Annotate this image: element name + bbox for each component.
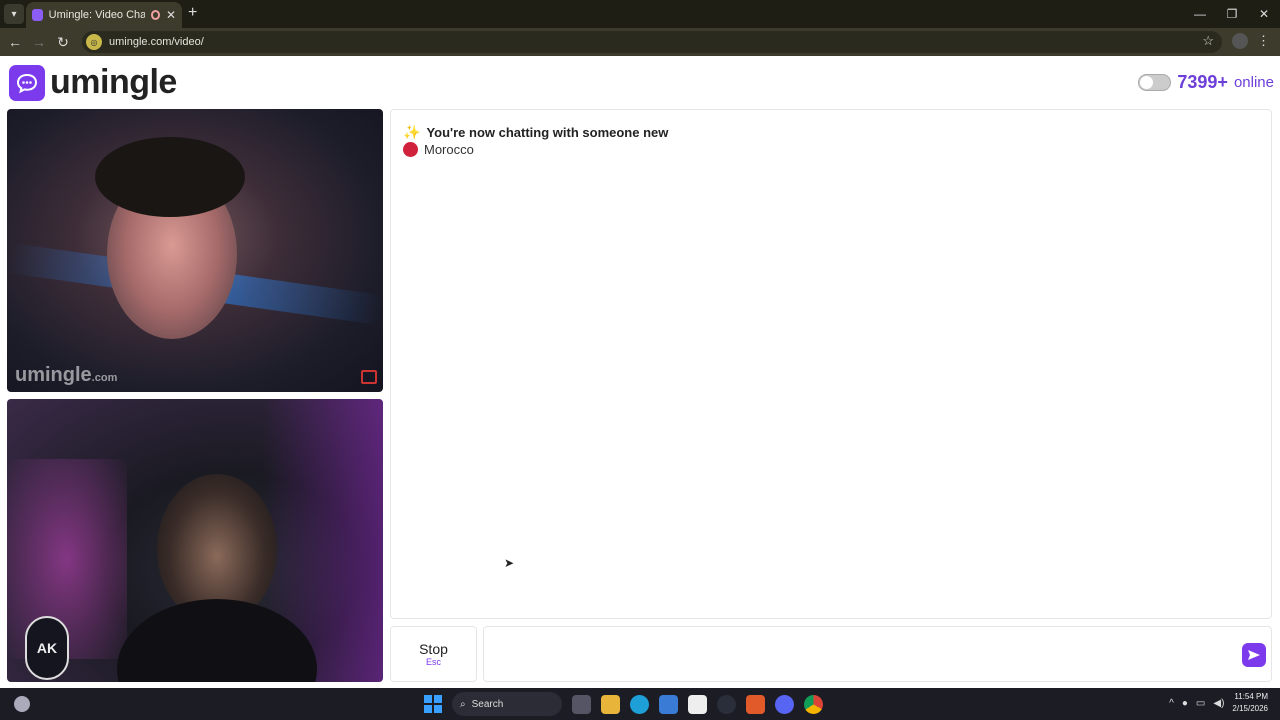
sparkle-icon: ✨ xyxy=(403,124,421,140)
report-flag-icon[interactable] xyxy=(361,370,377,384)
url-text: umingle.com/video/ xyxy=(109,36,204,48)
umingle-page: umingle 7399+ online umingle.com AK ✨ Yo… xyxy=(0,56,1280,688)
close-window-icon[interactable]: ✕ xyxy=(1248,0,1280,28)
umingle-favicon-icon xyxy=(32,9,43,21)
morocco-flag-icon xyxy=(403,142,418,157)
stranger-video: umingle.com xyxy=(7,109,383,392)
volume-icon[interactable]: ◀) xyxy=(1213,698,1224,709)
tray-chevron-icon[interactable]: ^ xyxy=(1169,698,1174,709)
system-tray: ^ ● ▭ ◀) 11:54 PM 2/15/2026 xyxy=(1169,691,1268,715)
site-info-icon[interactable]: ◎ xyxy=(86,34,102,50)
send-arrow-icon xyxy=(1248,650,1260,660)
edge-icon[interactable] xyxy=(630,694,649,714)
online-count: 7399+ xyxy=(1177,72,1228,92)
taskbar-apps: ⌕ Search xyxy=(424,692,823,716)
clock-time: 11:54 PM xyxy=(1234,692,1268,701)
windows-start-icon[interactable] xyxy=(424,695,442,713)
status-message: ✨ You're now chatting with someone new xyxy=(403,124,668,141)
online-indicator: 7399+ online xyxy=(1138,72,1274,93)
reload-icon[interactable]: ↻ xyxy=(51,34,75,51)
self-video: AK xyxy=(7,399,383,682)
site-logo[interactable]: umingle xyxy=(9,63,177,102)
bookmark-star-icon[interactable]: ☆ xyxy=(1202,33,1214,49)
address-bar[interactable]: ◎ umingle.com/video/ xyxy=(82,31,1222,53)
profile-avatar[interactable] xyxy=(1232,33,1248,49)
send-button[interactable] xyxy=(1242,643,1266,667)
restore-icon[interactable]: ❐ xyxy=(1216,0,1248,28)
stop-label: Stop xyxy=(419,641,448,657)
watermark-suffix: .com xyxy=(91,372,118,384)
stranger-hair xyxy=(95,137,245,217)
country-name: Morocco xyxy=(424,142,474,157)
toggle-knob xyxy=(1140,76,1154,89)
notepad-icon[interactable] xyxy=(688,694,707,714)
browser-tab-bar: ▾ Umingle: Video Chat with S ✕ + — ❐ ✕ xyxy=(0,0,1280,28)
tab-title: Umingle: Video Chat with S xyxy=(48,9,145,21)
ak-badge-logo: AK xyxy=(25,616,69,680)
forward-icon[interactable]: → xyxy=(27,34,51,50)
file-explorer-icon[interactable] xyxy=(601,694,620,714)
clock[interactable]: 11:54 PM 2/15/2026 xyxy=(1232,691,1268,715)
message-input[interactable] xyxy=(483,626,1272,682)
stop-button[interactable]: Stop Esc xyxy=(390,626,477,682)
windows-taskbar: ⌕ Search ^ ● ▭ ◀) 11:54 PM 2/15/2026 xyxy=(0,688,1280,720)
back-icon[interactable]: ← xyxy=(3,34,27,50)
tab-search-icon[interactable]: ▾ xyxy=(4,4,24,24)
search-label: Search xyxy=(471,698,504,710)
chat-bubble-logo-icon xyxy=(9,64,45,101)
stop-shortcut: Esc xyxy=(425,657,441,667)
minimize-icon[interactable]: — xyxy=(1184,0,1216,28)
network-icon[interactable]: ▭ xyxy=(1196,698,1205,709)
chat-log: ✨ You're now chatting with someone new M… xyxy=(390,109,1272,619)
store-icon[interactable] xyxy=(659,694,678,714)
microphone-icon[interactable]: ● xyxy=(1182,698,1188,709)
browser-tab[interactable]: Umingle: Video Chat with S ✕ xyxy=(26,2,182,28)
new-tab-button[interactable]: + xyxy=(188,4,197,22)
recording-icon xyxy=(150,10,160,20)
country-line: Morocco xyxy=(403,142,474,157)
online-label: online xyxy=(1233,74,1274,91)
weather-widget-icon[interactable] xyxy=(14,696,30,712)
taskbar-search[interactable]: ⌕ Search xyxy=(452,692,562,716)
discord-icon[interactable] xyxy=(775,694,794,714)
theme-toggle[interactable] xyxy=(1138,74,1172,91)
browser-menu-icon[interactable]: ⋮ xyxy=(1257,33,1270,49)
watermark-main: umingle xyxy=(15,364,92,386)
clock-date: 2/15/2026 xyxy=(1232,704,1268,713)
video-watermark: umingle.com xyxy=(15,364,117,387)
mouse-cursor-icon: ➤ xyxy=(504,556,515,570)
chrome-icon[interactable] xyxy=(804,694,823,714)
status-message-text: You're now chatting with someone new xyxy=(426,125,669,140)
task-view-icon[interactable] xyxy=(572,694,591,714)
brave-icon[interactable] xyxy=(746,694,765,714)
browser-toolbar: ← → ↻ ◎ umingle.com/video/ ☆ ⋮ xyxy=(0,28,1280,56)
window-controls: — ❐ ✕ xyxy=(1184,0,1280,28)
search-icon: ⌕ xyxy=(460,698,466,710)
close-tab-icon[interactable]: ✕ xyxy=(166,8,176,22)
logo-text: umingle xyxy=(50,63,177,101)
steam-icon[interactable] xyxy=(717,694,736,714)
